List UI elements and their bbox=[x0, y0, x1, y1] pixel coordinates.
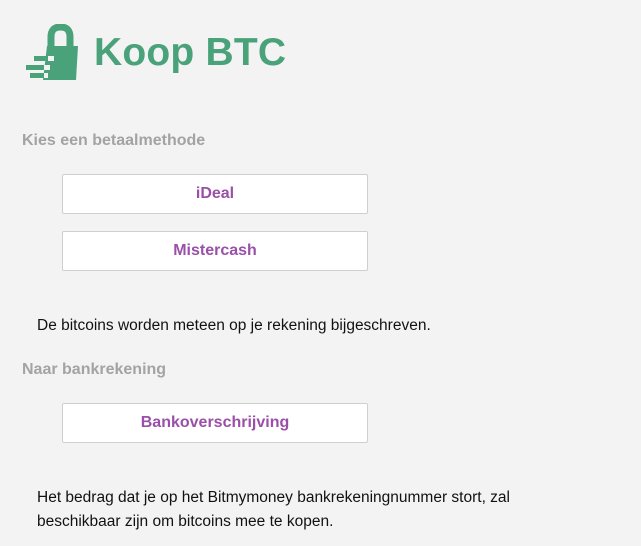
mistercash-button[interactable]: Mistercash bbox=[62, 231, 368, 271]
bank-transfer-button[interactable]: Bankoverschrijving bbox=[62, 403, 368, 443]
bank-account-heading: Naar bankrekening bbox=[22, 361, 167, 378]
bank-transfer-note-line-1: Het bedrag dat je op het Bitmymoney bank… bbox=[37, 489, 510, 506]
header: Koop BTC bbox=[22, 24, 286, 82]
page-title: Koop BTC bbox=[94, 31, 287, 74]
padlock-speed-icon bbox=[24, 24, 78, 80]
bank-transfer-note-line-2: beschikbaar zijn om bitcoins mee te kope… bbox=[37, 513, 334, 530]
bank-transfer-note: Het bedrag dat je op het Bitmymoney bank… bbox=[37, 486, 510, 534]
instant-credit-note: De bitcoins worden meteen op je rekening… bbox=[37, 317, 431, 334]
ideal-button[interactable]: iDeal bbox=[62, 174, 368, 214]
payment-method-heading: Kies een betaalmethode bbox=[22, 132, 206, 149]
